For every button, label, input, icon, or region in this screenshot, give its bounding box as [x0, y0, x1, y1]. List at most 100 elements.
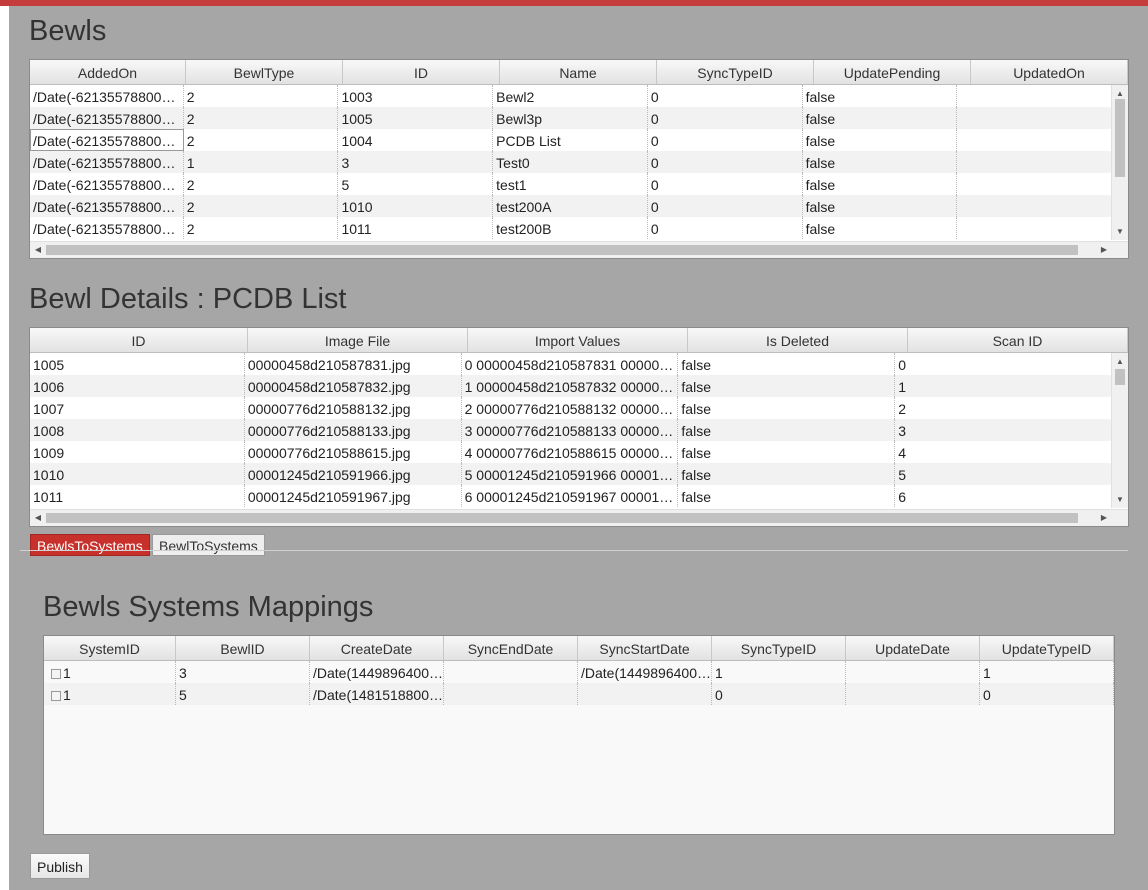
cell-id[interactable]: 1010 [30, 463, 245, 485]
cell-image-file[interactable]: 00000458d210587832.jpg [245, 375, 462, 397]
cell-id[interactable]: 3 [338, 151, 494, 173]
cell-addedon[interactable]: /Date(-62135578800000)/ [30, 85, 184, 107]
scroll-right-icon[interactable]: ▶ [1096, 513, 1112, 523]
column-header-image-file[interactable]: Image File [248, 328, 468, 352]
table-row[interactable]: 1006 00000458d210587832.jpg 1 00000458d210… [30, 375, 1112, 397]
row-checkbox[interactable] [51, 669, 61, 680]
cell-updatedon[interactable] [957, 151, 1112, 173]
cell-syncenddate[interactable] [444, 683, 578, 705]
table-row[interactable]: 1009 00000776d210588615.jpg 4 00000776d210… [30, 441, 1112, 463]
column-header-updatepending[interactable]: UpdatePending [814, 60, 971, 84]
cell-scan-id[interactable]: 4 [895, 441, 1112, 463]
column-header-synctypeid[interactable]: SyncTypeID [712, 636, 846, 660]
cell-image-file[interactable]: 00001245d210591967.jpg [245, 485, 462, 507]
row-checkbox[interactable] [51, 691, 61, 702]
cell-systemid[interactable]: 1 [44, 661, 176, 683]
cell-updatepending[interactable]: false [803, 151, 958, 173]
cell-import-values[interactable]: 3 00000776d210588133 00000776 [462, 419, 679, 441]
table-row[interactable]: 1007 00000776d210588132.jpg 2 00000776d210… [30, 397, 1112, 419]
cell-name[interactable]: Bewl3p [493, 107, 648, 129]
cell-updatepending[interactable]: false [803, 195, 958, 217]
cell-id[interactable]: 1009 [30, 441, 245, 463]
column-header-import-values[interactable]: Import Values [468, 328, 688, 352]
table-row[interactable]: 1 3/Date(1449896400000)/ /Date(14498964000… [44, 661, 1114, 683]
cell-synctypeid[interactable]: 1 [712, 661, 846, 683]
cell-import-values[interactable]: 2 00000776d210588132 00000776 [462, 397, 679, 419]
cell-updatedon[interactable] [957, 107, 1112, 129]
table-row[interactable]: /Date(-62135578800000)/2 1005 Bewl3p 0 false [30, 107, 1112, 129]
cell-image-file[interactable]: 00001245d210591966.jpg [245, 463, 462, 485]
column-header-bewlid[interactable]: BewlID [176, 636, 310, 660]
column-header-id[interactable]: ID [30, 328, 248, 352]
column-header-updatedon[interactable]: UpdatedOn [971, 60, 1128, 84]
cell-import-values[interactable]: 4 00000776d210588615 00000776 [462, 441, 679, 463]
cell-scan-id[interactable]: 6 [895, 485, 1112, 507]
cell-id[interactable]: 1010 [338, 195, 494, 217]
cell-name[interactable]: PCDB List [493, 129, 648, 151]
cell-is-deleted[interactable]: false [678, 375, 896, 397]
table-row[interactable]: /Date(-62135578800000)/1 3 Test0 0 false [30, 151, 1112, 173]
cell-import-values[interactable]: 5 00001245d210591966 00001245 [462, 463, 679, 485]
cell-scan-id[interactable]: 1 [895, 375, 1112, 397]
cell-updatedon[interactable] [957, 85, 1112, 107]
cell-is-deleted[interactable]: false [678, 441, 896, 463]
cell-id[interactable]: 1011 [338, 217, 494, 239]
column-header-is-deleted[interactable]: Is Deleted [688, 328, 908, 352]
cell-bewltype[interactable]: 1 [184, 151, 339, 173]
cell-is-deleted[interactable]: false [678, 397, 896, 419]
cell-scan-id[interactable]: 0 [895, 353, 1112, 375]
table-row[interactable]: /Date(-62135578800000)/2 1011 test200B 0 fal… [30, 217, 1112, 239]
cell-updatepending[interactable]: false [803, 107, 958, 129]
cell-systemid[interactable]: 1 [44, 683, 176, 705]
table-row[interactable]: 1011 00001245d210591967.jpg 6 00001245d210… [30, 485, 1112, 507]
cell-is-deleted[interactable]: false [678, 419, 896, 441]
scrollbar-thumb[interactable] [1115, 369, 1125, 385]
cell-scan-id[interactable]: 3 [895, 419, 1112, 441]
cell-updatedon[interactable] [957, 195, 1112, 217]
cell-updatepending[interactable]: false [803, 217, 958, 239]
column-header-updatedate[interactable]: UpdateDate [846, 636, 980, 660]
table-row[interactable]: 1008 00000776d210588133.jpg 3 00000776d210… [30, 419, 1112, 441]
table-row[interactable]: /Date(-62135578800000)/2 5 test1 0 false [30, 173, 1112, 195]
cell-is-deleted[interactable]: false [678, 463, 896, 485]
cell-updatedon[interactable] [957, 173, 1112, 195]
cell-updatedate[interactable] [846, 683, 980, 705]
cell-image-file[interactable]: 00000776d210588132.jpg [245, 397, 462, 419]
column-header-syncstartdate[interactable]: SyncStartDate [578, 636, 712, 660]
table-row[interactable]: 1005 00000458d210587831.jpg 0 00000458d210… [30, 353, 1112, 375]
cell-image-file[interactable]: 00000776d210588133.jpg [245, 419, 462, 441]
column-header-id[interactable]: ID [343, 60, 500, 84]
table-row[interactable]: 1 5/Date(1481518800000)/ 0 0 [44, 683, 1114, 705]
scroll-down-icon[interactable]: ▼ [1112, 227, 1128, 237]
cell-bewltype[interactable]: 2 [184, 107, 339, 129]
scrollbar-thumb[interactable] [46, 245, 1078, 255]
table-row[interactable]: /Date(-62135578800000)/2 1003 Bewl2 0 false [30, 85, 1112, 107]
scroll-down-icon[interactable]: ▼ [1112, 495, 1128, 505]
cell-bewlid[interactable]: 5 [176, 683, 310, 705]
cell-import-values[interactable]: 0 00000458d210587831 00000458 [462, 353, 679, 375]
cell-createdate[interactable]: /Date(1449896400000)/ [310, 661, 444, 683]
table-row[interactable]: 1010 00001245d210591966.jpg 5 00001245d210… [30, 463, 1112, 485]
cell-addedon[interactable]: /Date(-62135578800000)/ [30, 217, 184, 239]
scroll-up-icon[interactable]: ▲ [1112, 357, 1128, 367]
cell-import-values[interactable]: 1 00000458d210587832 00000458 [462, 375, 679, 397]
column-header-systemid[interactable]: SystemID [44, 636, 176, 660]
cell-updatedon[interactable] [957, 129, 1112, 151]
cell-updatepending[interactable]: false [803, 85, 958, 107]
cell-updatetypeid[interactable]: 0 [980, 683, 1114, 705]
cell-name[interactable]: test200A [493, 195, 648, 217]
cell-updatepending[interactable]: false [803, 173, 958, 195]
cell-addedon[interactable]: /Date(-62135578800000)/ [30, 129, 184, 151]
cell-import-values[interactable]: 6 00001245d210591967 00001245 [462, 485, 679, 507]
cell-syncstartdate[interactable] [578, 683, 712, 705]
cell-syncenddate[interactable] [444, 661, 578, 683]
cell-scan-id[interactable]: 2 [895, 397, 1112, 419]
cell-bewltype[interactable]: 2 [184, 195, 339, 217]
cell-synctypeid[interactable]: 0 [648, 85, 803, 107]
scroll-up-icon[interactable]: ▲ [1112, 89, 1128, 99]
cell-synctypeid[interactable]: 0 [712, 683, 846, 705]
column-header-bewltype[interactable]: BewlType [186, 60, 343, 84]
scroll-left-icon[interactable]: ◀ [30, 513, 46, 523]
column-header-addedon[interactable]: AddedOn [30, 60, 186, 84]
column-header-updatetypeid[interactable]: UpdateTypeID [980, 636, 1114, 660]
